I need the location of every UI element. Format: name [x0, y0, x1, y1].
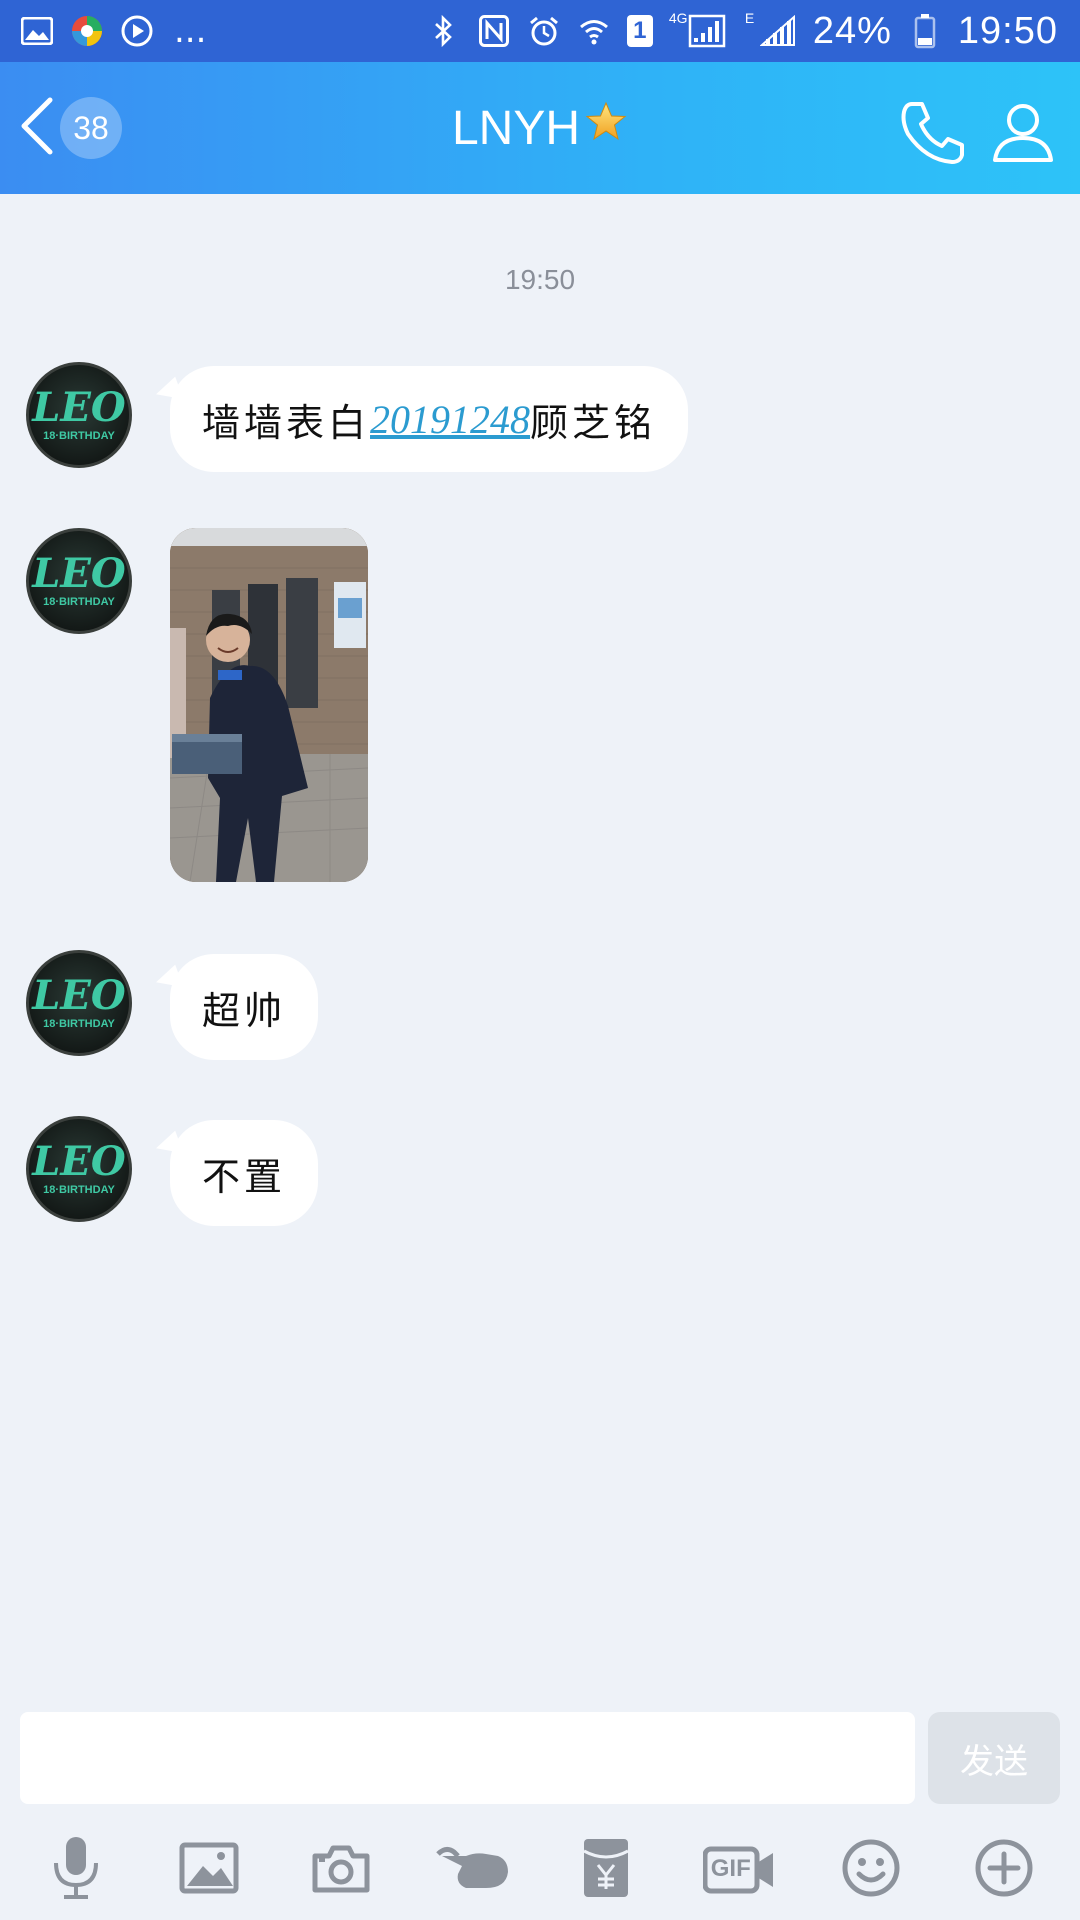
app-notification-icon [70, 14, 104, 48]
signal-e-icon: E [745, 10, 797, 48]
avatar-logo-subtext: 18·BIRTHDAY [43, 430, 115, 442]
alarm-icon [527, 14, 561, 48]
mic-icon [50, 1835, 102, 1905]
play-notification-icon [120, 14, 154, 48]
message-bubble[interactable]: 超帅 [170, 954, 319, 1060]
network-type-label-2: E [744, 10, 755, 26]
emoji-icon [841, 1838, 901, 1902]
red-packet-icon [582, 1837, 630, 1903]
status-right: 1 4G E 24% 19:50 [427, 10, 1058, 53]
avatar-logo-subtext: 18·BIRTHDAY [43, 1184, 115, 1196]
poke-button[interactable] [431, 1832, 517, 1908]
person-icon [990, 104, 1056, 168]
wifi-icon [577, 14, 611, 48]
message-timestamp: 19:50 [504, 264, 576, 295]
status-left: ... [20, 11, 206, 51]
profile-button[interactable] [990, 98, 1056, 164]
contact-name: LNYH [451, 101, 581, 155]
more-notifications: ... [174, 11, 207, 51]
gif-button[interactable]: GIF [696, 1832, 782, 1908]
avatar-logo-subtext: 18·BIRTHDAY [43, 1018, 115, 1030]
voice-button[interactable] [33, 1832, 119, 1908]
avatar-logo-text: LEO [32, 1138, 126, 1185]
poke-icon [435, 1844, 512, 1896]
input-bar: 发送 GIF [0, 1700, 1080, 1920]
message-text: 顾芝铭 [530, 400, 657, 445]
message-bubble[interactable]: 不置 [170, 1120, 319, 1226]
gallery-notification-icon [20, 14, 54, 48]
avatar[interactable]: LEO 18·BIRTHDAY [26, 528, 132, 634]
chat-header: 38 LNYH [0, 62, 1080, 194]
nfc-icon [477, 14, 511, 48]
image-icon [179, 1842, 239, 1898]
plus-icon [974, 1838, 1034, 1902]
message-row: LEO 18·BIRTHDAY 不置 [26, 1116, 319, 1226]
message-text: 超帅 [202, 988, 287, 1033]
red-packet-button[interactable] [563, 1832, 649, 1908]
clock: 19:50 [957, 9, 1058, 52]
sim-icon: 1 [626, 15, 653, 47]
gif-label: GIF [710, 1855, 751, 1882]
input-toolbar: GIF [0, 1830, 1080, 1910]
battery-percent: 24% [812, 9, 892, 52]
phone-icon [898, 102, 968, 172]
message-row: LEO 18·BIRTHDAY 墙墙表白 20191248 顾芝铭 [26, 362, 689, 472]
camera-icon [311, 1842, 371, 1898]
avatar-logo-text: LEO [32, 972, 126, 1019]
avatar-logo-text: LEO [32, 550, 126, 597]
message-bubble[interactable]: 墙墙表白 20191248 顾芝铭 [170, 366, 689, 472]
camera-button[interactable] [298, 1832, 384, 1908]
send-button[interactable]: 发送 [928, 1712, 1060, 1804]
message-text: 不置 [202, 1154, 287, 1199]
gif-icon: GIF [702, 1845, 775, 1895]
network-type-label: 4G [668, 10, 688, 26]
avatar[interactable]: LEO 18·BIRTHDAY [26, 1116, 132, 1222]
voice-call-button[interactable] [898, 98, 968, 168]
avatar-logo-text: LEO [32, 384, 126, 431]
battery-icon [908, 14, 942, 49]
avatar-logo-subtext: 18·BIRTHDAY [43, 596, 115, 608]
image-message[interactable] [170, 528, 368, 882]
message-row: LEO 18·BIRTHDAY [26, 528, 368, 882]
photo-album-button[interactable] [166, 1832, 252, 1908]
message-text: 墙墙表白 [202, 400, 371, 445]
status-bar: ... 1 4G E 24% 19:50 [0, 0, 1080, 62]
message-row: LEO 18·BIRTHDAY 超帅 [26, 950, 319, 1060]
message-input[interactable] [20, 1712, 915, 1804]
star-icon [584, 100, 628, 156]
bluetooth-icon [427, 14, 461, 48]
signal-4g-icon: 4G [669, 10, 729, 48]
avatar[interactable]: LEO 18·BIRTHDAY [26, 950, 132, 1056]
emoji-button[interactable] [828, 1832, 914, 1908]
avatar[interactable]: LEO 18·BIRTHDAY [26, 362, 132, 468]
more-button[interactable] [961, 1832, 1047, 1908]
message-link[interactable]: 20191248 [370, 396, 530, 443]
